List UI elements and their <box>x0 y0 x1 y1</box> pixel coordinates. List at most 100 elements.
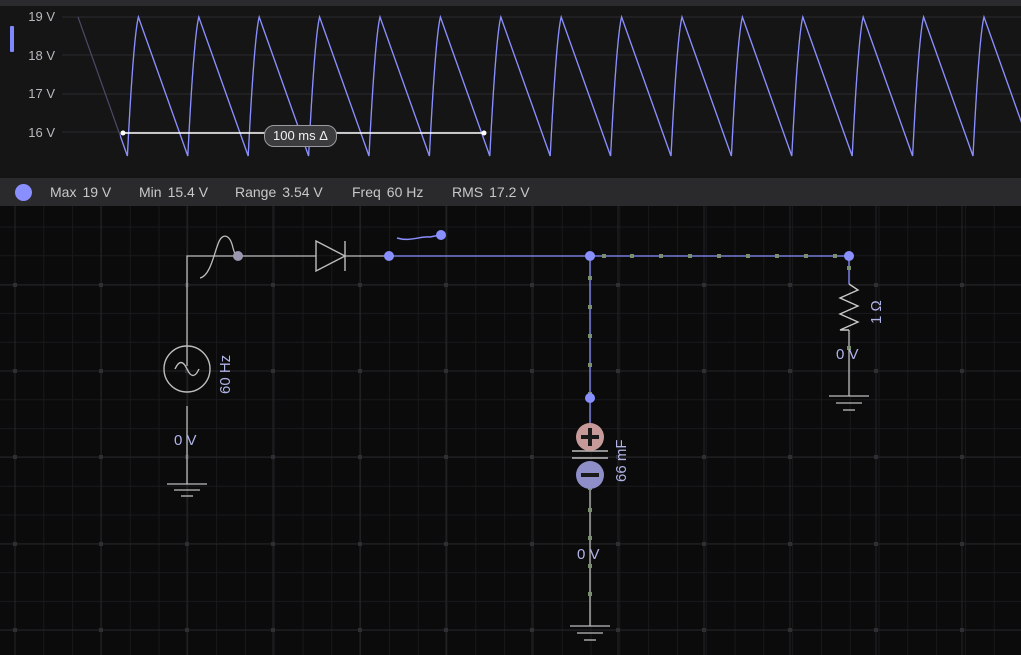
capacitor[interactable] <box>572 423 608 489</box>
grid-point <box>530 455 534 459</box>
grid-point <box>271 369 275 373</box>
oscilloscope-panel[interactable]: 19 V 18 V 17 V 16 V 100 ms Δ <box>0 6 1021 178</box>
circuit-canvas[interactable]: 60 Hz 0 V 1 Ω 0 V 66 mF 0 V <box>0 206 1021 655</box>
grid-point <box>444 369 448 373</box>
stat-range-label: Range <box>235 184 277 200</box>
grid-point <box>185 542 189 546</box>
resistor-value-label: 1 Ω <box>868 300 885 324</box>
y-axis-label-16v: 16 V <box>28 125 55 140</box>
grid-point <box>702 369 706 373</box>
stat-rms: RMS 17.2 V <box>452 184 530 200</box>
oscilloscope-plot <box>62 14 1021 157</box>
grid-point <box>358 455 362 459</box>
grid-point <box>960 628 964 632</box>
grid-point <box>530 283 534 287</box>
grid-point <box>960 455 964 459</box>
grid-point <box>271 542 275 546</box>
capacitor-node[interactable] <box>585 393 595 403</box>
grid-point <box>271 283 275 287</box>
stat-range: Range 3.54 V <box>235 184 323 200</box>
grid-point <box>13 369 17 373</box>
grid-point <box>788 283 792 287</box>
stat-rms-label: RMS <box>452 184 484 200</box>
grid-point <box>530 369 534 373</box>
stat-freq-value: 60 Hz <box>386 184 424 200</box>
scope-probe-tip[interactable] <box>436 230 446 240</box>
grid-point <box>271 455 275 459</box>
source-voltage-label: 0 V <box>174 432 197 449</box>
grid-point <box>530 542 534 546</box>
diode-output-node[interactable] <box>384 251 394 261</box>
grid-point <box>13 628 17 632</box>
grid-point <box>99 283 103 287</box>
stat-range-value: 3.54 V <box>282 184 323 200</box>
grid-point <box>874 628 878 632</box>
grid-point <box>358 283 362 287</box>
time-delta-label[interactable]: 100 ms Δ <box>264 125 337 147</box>
circuit-schematic <box>0 206 1021 655</box>
grid-point <box>960 369 964 373</box>
resistor[interactable] <box>838 283 860 331</box>
stat-max-label: Max <box>50 184 77 200</box>
grid-point <box>616 283 620 287</box>
stat-freq-label: Freq <box>352 184 381 200</box>
grid-point <box>358 369 362 373</box>
delta-start-marker <box>120 130 126 136</box>
grid-point <box>444 283 448 287</box>
grid-point <box>702 283 706 287</box>
grid-point <box>960 283 964 287</box>
grid-point <box>616 542 620 546</box>
grid-point <box>874 542 878 546</box>
grid-point <box>358 542 362 546</box>
grid-point <box>788 542 792 546</box>
grid-point <box>874 455 878 459</box>
ground-icon <box>570 625 610 641</box>
grid-point <box>185 628 189 632</box>
junction-node[interactable] <box>585 251 595 261</box>
grid-point <box>874 283 878 287</box>
grid-point <box>874 369 878 373</box>
grid-point <box>788 369 792 373</box>
source-frequency-label: 60 Hz <box>217 354 234 394</box>
resistor-voltage-label: 0 V <box>836 346 859 363</box>
probe-waveform-icon <box>199 235 239 279</box>
y-axis-label-19v: 19 V <box>28 9 55 24</box>
stat-rms-value: 17.2 V <box>489 184 530 200</box>
scope-history-trace <box>77 14 1021 157</box>
y-axis-label-17v: 17 V <box>28 86 55 101</box>
grid-point <box>960 542 964 546</box>
grid-point <box>99 542 103 546</box>
grid-point <box>13 283 17 287</box>
source-output-node[interactable] <box>233 251 243 261</box>
stat-max: Max 19 V <box>50 184 111 200</box>
grid-point <box>444 542 448 546</box>
grid-point <box>616 369 620 373</box>
stat-min-value: 15.4 V <box>167 184 209 200</box>
canvas-grid <box>0 206 1021 655</box>
trace-color-dot[interactable] <box>15 184 32 201</box>
grid-point <box>702 455 706 459</box>
grid-point <box>358 628 362 632</box>
grid-point <box>444 628 448 632</box>
stat-freq: Freq 60 Hz <box>352 184 423 200</box>
ground-icon <box>829 395 869 411</box>
stat-max-value: 19 V <box>82 184 112 200</box>
grid-point <box>788 455 792 459</box>
grid-point <box>13 542 17 546</box>
grid-point <box>13 455 17 459</box>
grid-point <box>530 628 534 632</box>
capacitor-voltage-label: 0 V <box>577 546 600 563</box>
grid-point <box>702 628 706 632</box>
current-flow-dots <box>588 254 851 596</box>
source-wire[interactable] <box>186 255 238 366</box>
delta-end-marker <box>481 130 487 136</box>
resistor-node[interactable] <box>844 251 854 261</box>
scope-voltage-trace <box>120 14 1021 157</box>
grid-point <box>271 628 275 632</box>
grid-point <box>616 628 620 632</box>
scope-stats-bar: Max 19 V Min 15.4 V Range 3.54 V Freq 60 Hz … <box>0 178 1021 206</box>
stat-min-label: Min <box>139 184 162 200</box>
grid-point <box>99 369 103 373</box>
grid-point <box>99 628 103 632</box>
grid-point <box>99 455 103 459</box>
